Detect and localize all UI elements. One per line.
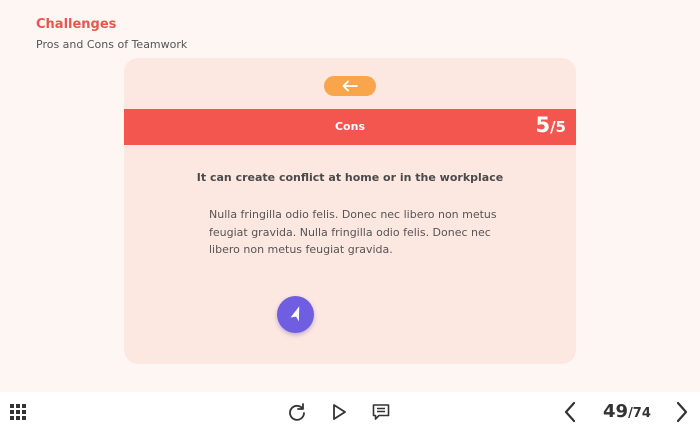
slide-title: Challenges bbox=[36, 17, 117, 32]
section-band: Cons 5/5 bbox=[124, 109, 576, 145]
slide-subtitle: Pros and Cons of Teamwork bbox=[36, 38, 188, 51]
page-current: 49 bbox=[603, 401, 629, 422]
page-counter: 49/74 bbox=[603, 401, 651, 422]
navigation-button[interactable] bbox=[277, 296, 314, 333]
bottom-toolbar bbox=[0, 392, 700, 430]
counter-total: /5 bbox=[550, 118, 566, 136]
notes-icon[interactable] bbox=[371, 402, 391, 422]
grid-menu-icon[interactable] bbox=[9, 403, 27, 421]
page-total: /74 bbox=[628, 406, 651, 421]
arrow-left-icon bbox=[342, 80, 358, 92]
replay-icon[interactable] bbox=[287, 402, 307, 422]
play-icon[interactable] bbox=[329, 402, 349, 422]
band-label: Cons bbox=[334, 120, 365, 133]
slide-counter: 5/5 bbox=[535, 113, 566, 137]
chevron-right-icon[interactable] bbox=[672, 400, 692, 424]
card-body-text: Nulla fringilla odio felis. Donec nec li… bbox=[209, 208, 497, 256]
content-card: Cons 5/5 It can create conflict at home … bbox=[124, 58, 576, 364]
counter-current: 5 bbox=[535, 113, 551, 137]
card-heading: It can create conflict at home or in the… bbox=[196, 171, 504, 184]
back-button[interactable] bbox=[324, 76, 376, 96]
navigation-arrow-icon bbox=[290, 305, 299, 321]
chevron-left-icon[interactable] bbox=[560, 400, 580, 424]
